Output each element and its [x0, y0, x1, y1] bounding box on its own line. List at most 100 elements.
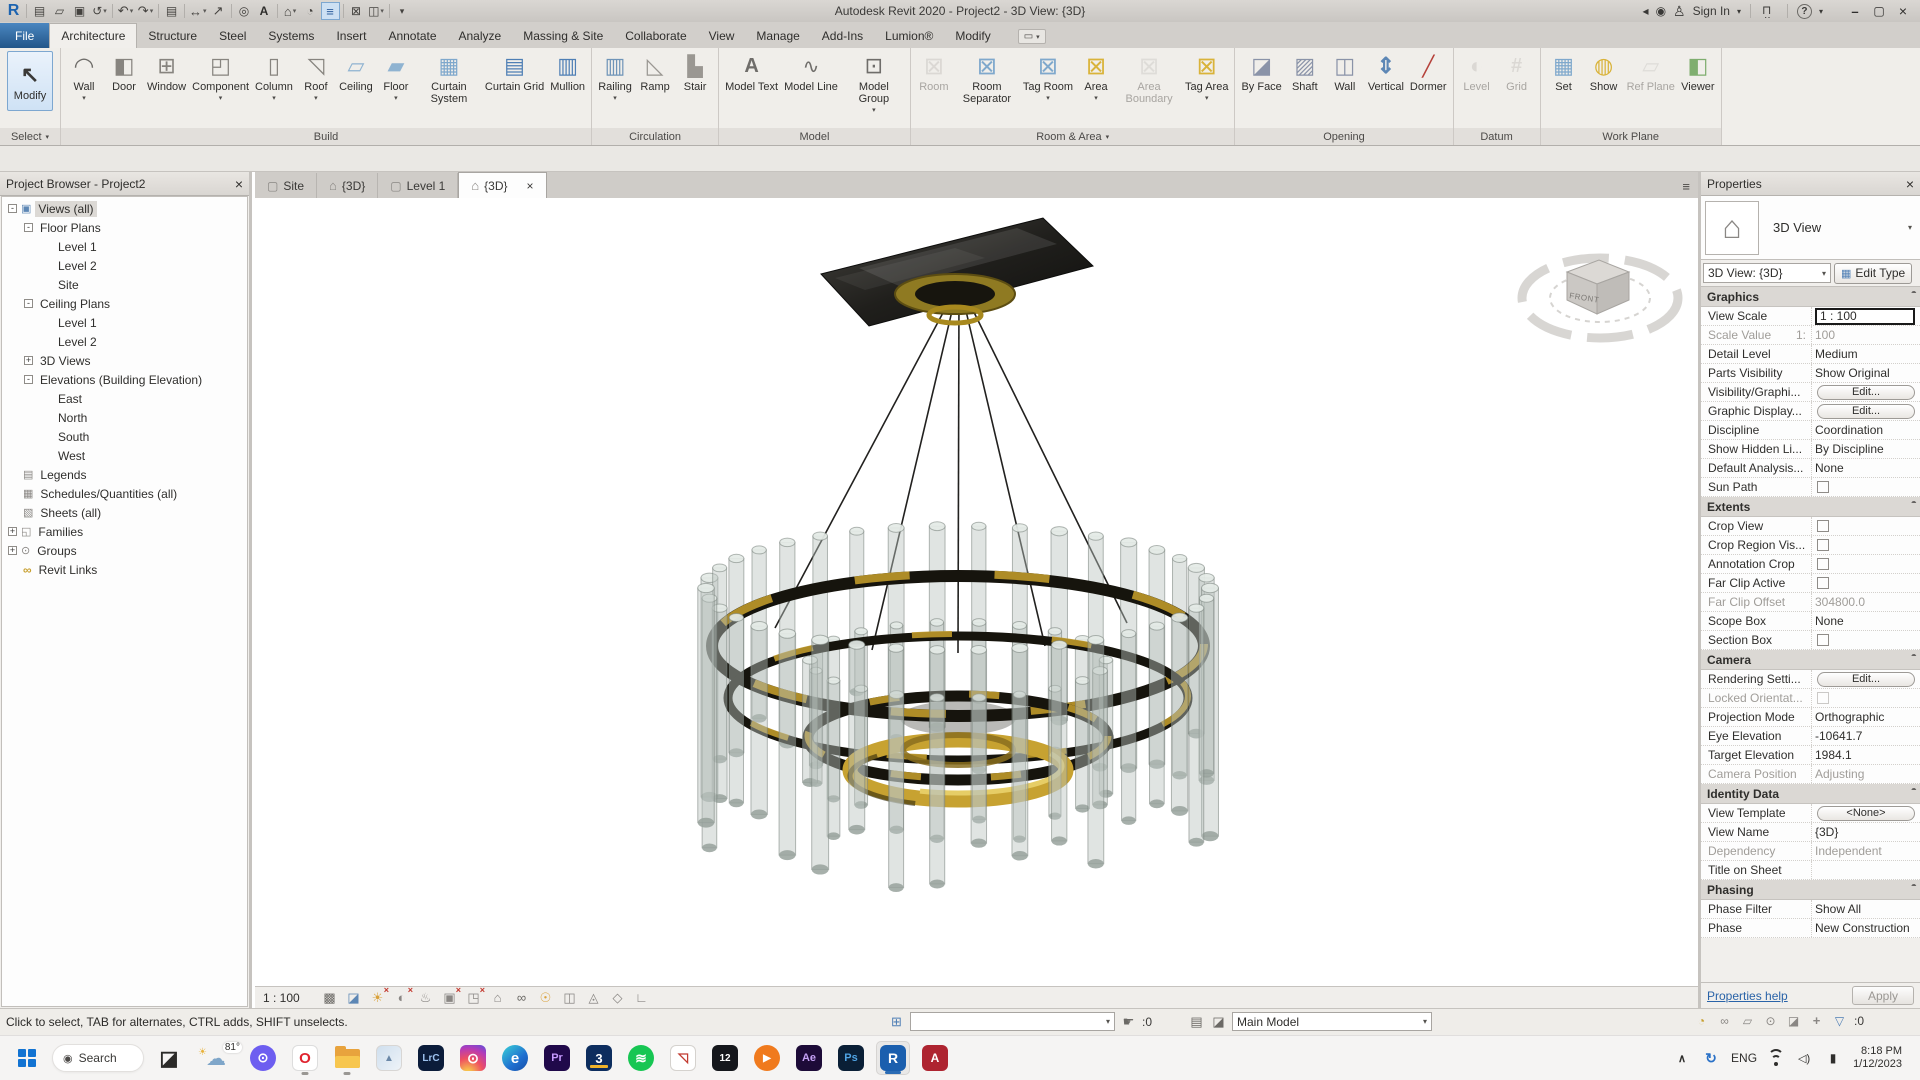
- property-value[interactable]: 100: [1811, 326, 1920, 344]
- model-line-button[interactable]: ∿Model Line: [781, 49, 841, 95]
- property-value[interactable]: [1811, 689, 1920, 707]
- temporary-hide-isolate-icon[interactable]: ∞: [512, 988, 531, 1007]
- chevron-down-icon[interactable]: ▾: [1908, 223, 1916, 232]
- checkbox[interactable]: [1817, 481, 1829, 493]
- property-value[interactable]: [1811, 574, 1920, 592]
- property-value[interactable]: Edit...: [1811, 670, 1920, 688]
- room-separator-button[interactable]: ⊠Room Separator: [954, 49, 1020, 107]
- taskbar-app-autocad[interactable]: A: [918, 1041, 952, 1075]
- checkbox[interactable]: [1817, 577, 1829, 589]
- chevron-up-icon[interactable]: ∧: [1673, 1049, 1691, 1067]
- crop-view-off-icon[interactable]: ▣×: [440, 988, 459, 1007]
- tree-expander[interactable]: -: [24, 223, 33, 232]
- floor-button[interactable]: ▰Floor▾: [376, 49, 416, 104]
- sun-path-off-icon[interactable]: ☀×: [368, 988, 387, 1007]
- reveal-constraints-icon[interactable]: ∟: [632, 988, 651, 1007]
- start-button[interactable]: [10, 1041, 44, 1075]
- drawing-area[interactable]: FRONT: [255, 198, 1698, 986]
- tree-item-views-all-[interactable]: -▣Views (all): [2, 199, 247, 218]
- text-icon[interactable]: A: [255, 2, 274, 20]
- view-tab-3[interactable]: ⌂{3D}×: [458, 172, 546, 198]
- filter-icon[interactable]: ▽: [1831, 1012, 1848, 1029]
- taskbar-app-edge[interactable]: e: [498, 1041, 532, 1075]
- active-workset-select[interactable]: ▾: [910, 1012, 1115, 1031]
- tab-modify[interactable]: Modify: [944, 23, 1001, 48]
- property-input[interactable]: 1 : 100: [1815, 308, 1915, 325]
- tree-item-legends[interactable]: ▤Legends: [2, 465, 247, 484]
- property-value[interactable]: None: [1811, 612, 1920, 630]
- select-links-icon[interactable]: ∞: [1716, 1012, 1733, 1029]
- edit--button[interactable]: Edit...: [1817, 672, 1915, 687]
- sign-in-button[interactable]: Sign In: [1693, 4, 1730, 18]
- tree-item-east[interactable]: East: [2, 389, 247, 408]
- close-icon[interactable]: ×: [1892, 2, 1914, 20]
- taskbar-app-chat-app[interactable]: ⊙: [246, 1041, 280, 1075]
- tab-lumion-[interactable]: Lumion®: [874, 23, 944, 48]
- property-value[interactable]: [1811, 517, 1920, 535]
- roof-button[interactable]: ◹Roof▾: [296, 49, 336, 104]
- view-tab-2[interactable]: ▢Level 1: [378, 173, 458, 198]
- reveal-hidden-icon[interactable]: ☉: [536, 988, 555, 1007]
- tab-systems[interactable]: Systems: [257, 23, 325, 48]
- show-button[interactable]: ◍Show: [1584, 49, 1624, 95]
- ribbon-display-toggle-icon[interactable]: ▭▾: [1018, 29, 1046, 44]
- checkbox[interactable]: [1817, 539, 1829, 551]
- tree-item-elevations-building-elevation-[interactable]: -Elevations (Building Elevation): [2, 370, 247, 389]
- tab-insert[interactable]: Insert: [325, 23, 377, 48]
- chevron-down-icon[interactable]: ▾: [1819, 7, 1823, 16]
- dormer-button[interactable]: ╱Dormer: [1407, 49, 1450, 95]
- tree-item-level-2[interactable]: Level 2: [2, 332, 247, 351]
- by-face-button[interactable]: ◪By Face: [1238, 49, 1284, 95]
- taskbar-app-3ds-max[interactable]: 3: [582, 1041, 616, 1075]
- property-value[interactable]: 1 : 100: [1811, 307, 1920, 325]
- checkbox[interactable]: [1817, 520, 1829, 532]
- undo-icon[interactable]: ↶▾: [116, 2, 135, 20]
- design-options-icon[interactable]: ▤: [1188, 1013, 1205, 1030]
- tree-item-3d-views[interactable]: +3D Views: [2, 351, 247, 370]
- file-properties-icon[interactable]: ▤: [30, 2, 49, 20]
- tag-area-button[interactable]: ⊠Tag Area▾: [1182, 49, 1231, 104]
- shaft-button[interactable]: ▨Shaft: [1285, 49, 1325, 95]
- back-icon[interactable]: ◂: [1643, 4, 1649, 18]
- editing-requests-icon[interactable]: ☛: [1120, 1013, 1137, 1030]
- shadows-off-icon[interactable]: ◐×: [392, 988, 411, 1007]
- tree-item-level-1[interactable]: Level 1: [2, 237, 247, 256]
- switch-windows-icon[interactable]: ◫▾: [367, 2, 386, 20]
- edit--button[interactable]: Edit...: [1817, 385, 1915, 400]
- property-value[interactable]: New Construction: [1811, 919, 1920, 937]
- view-tab-0[interactable]: ▢Site: [255, 173, 317, 198]
- taskbar-app-photos[interactable]: ▲: [372, 1041, 406, 1075]
- property-value[interactable]: [1811, 631, 1920, 649]
- sync-with-central-icon[interactable]: ↺▾: [90, 2, 109, 20]
- close-icon[interactable]: ×: [1906, 176, 1914, 192]
- taskbar-app-photoshop[interactable]: Ps: [834, 1041, 868, 1075]
- checkbox[interactable]: [1817, 558, 1829, 570]
- worksets-icon[interactable]: ⊞: [888, 1013, 905, 1030]
- taskbar-app-spotify[interactable]: ≋: [624, 1041, 658, 1075]
- taskbar-app-task-view[interactable]: ◪: [152, 1041, 186, 1075]
- instance-selector[interactable]: 3D View: {3D} ▾: [1703, 263, 1831, 283]
- property-value[interactable]: Independent: [1811, 842, 1920, 860]
- panel-label-room-area[interactable]: Room & Area▾: [911, 128, 1235, 145]
- tab-annotate[interactable]: Annotate: [377, 23, 447, 48]
- taskbar-app-lightroom[interactable]: LrC: [414, 1041, 448, 1075]
- wall-button[interactable]: ◠Wall▾: [64, 49, 104, 104]
- view-tab-1[interactable]: ⌂{3D}: [317, 173, 378, 198]
- wall-button[interactable]: ◫Wall: [1325, 49, 1365, 95]
- redo-icon[interactable]: ↷▾: [136, 2, 155, 20]
- tab-steel[interactable]: Steel: [208, 23, 257, 48]
- taskbar-app-app-12[interactable]: 12: [708, 1041, 742, 1075]
- tree-expander[interactable]: +: [24, 356, 33, 365]
- tree-expander[interactable]: +: [8, 527, 17, 536]
- thin-lines-icon[interactable]: ≡: [321, 2, 340, 20]
- property-value[interactable]: [1811, 478, 1920, 496]
- language-indicator[interactable]: ENG: [1731, 1051, 1757, 1065]
- property-value[interactable]: 304800.0: [1811, 593, 1920, 611]
- active-design-option-select[interactable]: Main Model ▾: [1232, 1012, 1432, 1031]
- tree-item-south[interactable]: South: [2, 427, 247, 446]
- taskbar-search[interactable]: ◉ Search: [52, 1044, 144, 1072]
- detail-level-icon[interactable]: ▩: [320, 988, 339, 1007]
- view-scale-button[interactable]: 1 : 100: [263, 991, 315, 1005]
- tree-item-level-2[interactable]: Level 2: [2, 256, 247, 275]
- close-hidden-windows-icon[interactable]: ⊠: [347, 2, 366, 20]
